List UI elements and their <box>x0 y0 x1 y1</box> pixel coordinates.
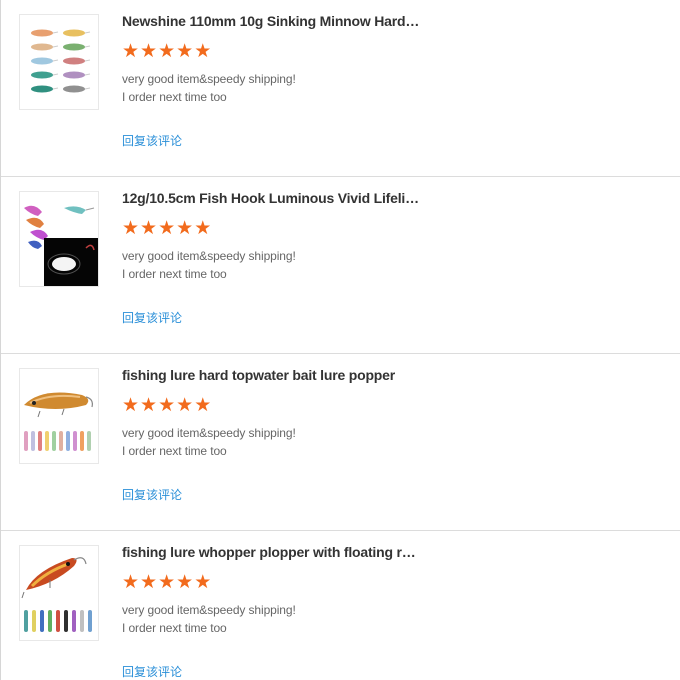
rating-stars: ★ ★ ★ ★ ★ <box>122 572 211 592</box>
comment-line: very good item&speedy shipping! <box>122 603 296 617</box>
star-icon: ★ <box>176 394 194 416</box>
comment-line: I order next time too <box>122 621 227 635</box>
star-icon: ★ <box>176 40 194 62</box>
product-title[interactable]: fishing lure whopper plopper with floati… <box>122 544 422 560</box>
star-icon: ★ <box>158 571 176 593</box>
product-title[interactable]: fishing lure hard topwater bait lure pop… <box>122 367 422 383</box>
star-icon: ★ <box>158 40 176 62</box>
reply-link[interactable]: 回复该评论 <box>122 486 182 503</box>
reply-link[interactable]: 回复该评论 <box>122 132 182 149</box>
review-comment: very good item&speedy shipping! I order … <box>122 247 296 283</box>
star-icon: ★ <box>194 217 212 239</box>
rating-stars: ★ ★ ★ ★ ★ <box>122 218 211 238</box>
whopper-plopper-photo[interactable] <box>19 545 99 641</box>
review-item: 12g/10.5cm Fish Hook Luminous Vivid Life… <box>1 177 680 354</box>
comment-line: very good item&speedy shipping! <box>122 249 296 263</box>
star-icon: ★ <box>140 394 158 416</box>
comment-line: very good item&speedy shipping! <box>122 426 296 440</box>
star-icon: ★ <box>194 571 212 593</box>
star-icon: ★ <box>140 571 158 593</box>
star-icon: ★ <box>122 217 140 239</box>
star-icon: ★ <box>158 394 176 416</box>
comment-line: very good item&speedy shipping! <box>122 72 296 86</box>
squid-jig-photo[interactable] <box>19 191 99 287</box>
rating-stars: ★ ★ ★ ★ ★ <box>122 41 211 61</box>
popper-lure-photo[interactable] <box>19 368 99 464</box>
comment-line: I order next time too <box>122 444 227 458</box>
star-icon: ★ <box>122 40 140 62</box>
star-icon: ★ <box>140 40 158 62</box>
review-item: fishing lure whopper plopper with floati… <box>1 531 680 680</box>
review-comment: very good item&speedy shipping! I order … <box>122 70 296 106</box>
star-icon: ★ <box>122 394 140 416</box>
star-icon: ★ <box>158 217 176 239</box>
review-comment: very good item&speedy shipping! I order … <box>122 424 296 460</box>
review-item: fishing lure hard topwater bait lure pop… <box>1 354 680 531</box>
product-title[interactable]: Newshine 110mm 10g Sinking Minnow Hard b… <box>122 13 422 29</box>
star-icon: ★ <box>176 217 194 239</box>
comment-line: I order next time too <box>122 90 227 104</box>
minnow-lures-photo[interactable] <box>19 14 99 110</box>
product-title[interactable]: 12g/10.5cm Fish Hook Luminous Vivid Life… <box>122 190 422 206</box>
reply-link[interactable]: 回复该评论 <box>122 309 182 326</box>
star-icon: ★ <box>122 571 140 593</box>
comment-line: I order next time too <box>122 267 227 281</box>
review-item: Newshine 110mm 10g Sinking Minnow Hard b… <box>1 0 680 177</box>
star-icon: ★ <box>194 394 212 416</box>
review-comment: very good item&speedy shipping! I order … <box>122 601 296 637</box>
reply-link[interactable]: 回复该评论 <box>122 663 182 680</box>
star-icon: ★ <box>176 571 194 593</box>
star-icon: ★ <box>140 217 158 239</box>
rating-stars: ★ ★ ★ ★ ★ <box>122 395 211 415</box>
review-list: Newshine 110mm 10g Sinking Minnow Hard b… <box>0 0 680 680</box>
star-icon: ★ <box>194 40 212 62</box>
